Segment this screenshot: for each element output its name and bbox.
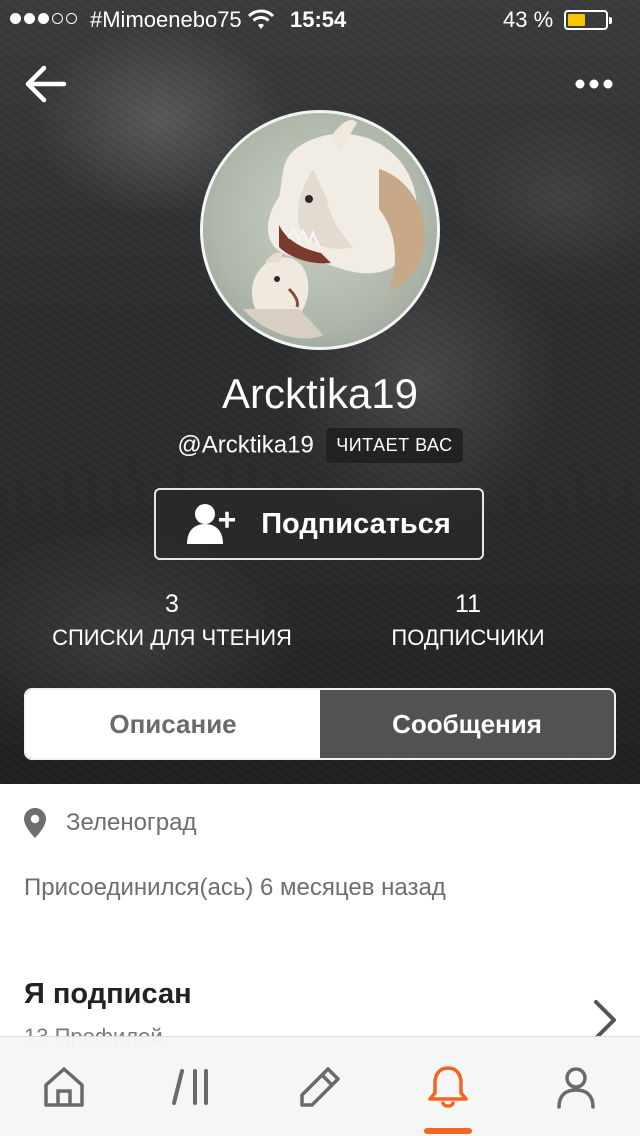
avatar [200, 110, 440, 350]
nav-write[interactable] [256, 1037, 384, 1136]
more-options-button[interactable] [568, 62, 620, 106]
more-horizontal-icon [575, 79, 613, 89]
location-text: Зеленоград [66, 809, 197, 836]
nav-profile[interactable] [512, 1037, 640, 1136]
follow-button[interactable]: Подписаться [154, 488, 484, 560]
wifi-icon [247, 9, 275, 37]
back-button[interactable] [20, 60, 72, 108]
reading-lists-label: СПИСКИ ДЛЯ ЧТЕНИЯ [52, 625, 292, 650]
location-pin-icon [24, 808, 46, 838]
pencil-icon [300, 1066, 340, 1107]
follows-you-badge: ЧИТАЕТ ВАС [326, 428, 463, 463]
profile-header: #Mimoenebo75 15:54 43 % Arcktika19 @Arck… [0, 0, 640, 784]
location-row: Зеленоград [24, 808, 196, 838]
followers-count: 11 [455, 590, 481, 618]
active-tab-indicator [424, 1128, 472, 1134]
carrier-name: #Mimoenebo75 [90, 7, 242, 32]
following-title[interactable]: Я подписан [24, 978, 192, 1011]
follow-button-label: Подписаться [261, 507, 451, 540]
nav-notifications[interactable] [384, 1037, 512, 1136]
nav-library[interactable] [128, 1037, 256, 1136]
signal-strength-icon [10, 13, 77, 24]
tab-description[interactable]: Описание [26, 690, 320, 758]
display-name: Arcktika19 [221, 370, 419, 417]
add-user-icon [187, 504, 236, 544]
clock: 15:54 [290, 7, 347, 32]
followers-stat[interactable]: 11 ПОДПИСЧИКИ [370, 590, 566, 651]
followers-label: ПОДПИСЧИКИ [391, 625, 545, 650]
username-handle: @Arcktika19 [177, 431, 314, 459]
handle-row: @Arcktika19 ЧИТАЕТ ВАС [0, 428, 640, 463]
battery-icon [564, 10, 612, 30]
arrow-left-icon [25, 65, 67, 103]
bell-icon [428, 1065, 468, 1108]
battery-percent: 43 % [503, 7, 554, 32]
home-icon [44, 1066, 84, 1107]
profile-icon [557, 1066, 595, 1109]
tab-messages[interactable]: Сообщения [320, 690, 614, 758]
joined-date: Присоединился(ась) 6 месяцев назад [24, 874, 446, 901]
reading-lists-count: 3 [165, 590, 179, 618]
bottom-tab-bar [0, 1036, 640, 1136]
status-bar: #Mimoenebo75 15:54 43 % [0, 0, 640, 40]
profile-tabs: Описание Сообщения [24, 688, 616, 760]
nav-home[interactable] [0, 1037, 128, 1136]
reading-lists-stat[interactable]: 3 СПИСКИ ДЛЯ ЧТЕНИЯ [30, 590, 314, 651]
library-icon [172, 1068, 208, 1105]
